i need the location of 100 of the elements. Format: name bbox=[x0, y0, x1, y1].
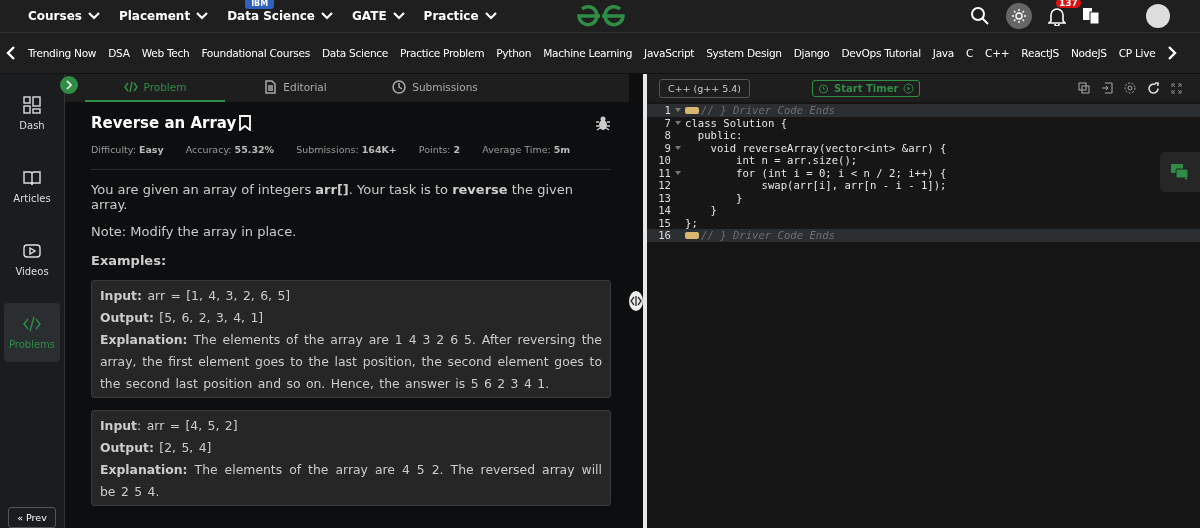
problem-stat: Accuracy: 55.32% bbox=[185, 144, 275, 155]
fold-marker[interactable] bbox=[685, 231, 699, 239]
start-timer-button[interactable]: Start Timer bbox=[812, 79, 921, 97]
language-dropdown[interactable]: C++ (g++ 5.4) bbox=[659, 78, 751, 98]
example-text: Input: arr = [4, 5, 2] bbox=[100, 417, 239, 435]
category-link[interactable]: C bbox=[966, 47, 974, 59]
resize-handle[interactable] bbox=[629, 291, 643, 311]
tab[interactable]: Editorial bbox=[225, 74, 365, 102]
search-icon[interactable] bbox=[970, 6, 990, 26]
chevron-right-icon bbox=[65, 80, 73, 90]
book-icon bbox=[23, 169, 41, 187]
code-line: public: bbox=[696, 129, 743, 142]
code-line: swap(arr[i], arr[n - i - 1]); bbox=[760, 179, 947, 192]
line-number: 16 bbox=[657, 229, 672, 242]
import-icon[interactable] bbox=[1101, 82, 1113, 94]
code-line: } bbox=[709, 204, 717, 217]
chevron-down-icon bbox=[87, 12, 100, 20]
sidebar-item[interactable]: Articles bbox=[4, 157, 60, 216]
dashboard-icon bbox=[23, 96, 41, 114]
category-link[interactable]: Python bbox=[496, 47, 532, 59]
sidebar-item[interactable]: Dash bbox=[4, 84, 60, 143]
problem-stat: Difficulty: Easy bbox=[91, 144, 164, 155]
category-link[interactable]: Foundational Courses bbox=[201, 47, 310, 59]
chevron-right-icon[interactable] bbox=[1167, 46, 1178, 60]
translate-icon[interactable] bbox=[1082, 7, 1100, 25]
code-icon bbox=[23, 315, 41, 333]
theme-toggle[interactable] bbox=[1006, 3, 1032, 29]
line-number: 14 bbox=[657, 204, 672, 217]
code-comment: // } Driver Code Ends bbox=[701, 104, 835, 117]
line-number: 9 bbox=[647, 141, 685, 154]
code-line: class Solution { bbox=[685, 116, 788, 129]
settings-icon[interactable] bbox=[1124, 82, 1136, 94]
category-link[interactable]: Web Tech bbox=[141, 47, 190, 59]
chevron-down-icon bbox=[321, 12, 333, 20]
problem-stat: Submissions: 164K+ bbox=[296, 144, 397, 155]
line-number: 7 bbox=[647, 116, 685, 129]
code-line: }; bbox=[685, 216, 698, 229]
prev-button[interactable]: « Prev bbox=[8, 507, 56, 528]
avatar[interactable] bbox=[1146, 4, 1170, 28]
category-link[interactable]: CP Live bbox=[1118, 47, 1156, 59]
tab[interactable]: Problem bbox=[85, 74, 225, 102]
line-number: 13 bbox=[657, 191, 672, 204]
reset-icon[interactable] bbox=[1147, 81, 1160, 95]
bookmark-icon[interactable] bbox=[239, 115, 252, 131]
chat-bubbles-icon bbox=[1171, 164, 1189, 180]
copy-icon[interactable] bbox=[1078, 82, 1090, 94]
nav-menu[interactable]: Courses bbox=[28, 9, 100, 23]
notification-count: 137 bbox=[1056, 0, 1081, 8]
chevron-down-icon bbox=[392, 12, 405, 20]
video-icon bbox=[23, 242, 41, 260]
problem-note: Note: Modify the array in place. bbox=[91, 224, 298, 239]
tab[interactable]: Submissions bbox=[365, 74, 505, 102]
chevron-left-icon[interactable] bbox=[6, 46, 16, 60]
nav-menu[interactable]: Practice bbox=[423, 9, 497, 23]
example-text: Explanation: The elements of the array are 1 4 3 2 6 5. After reversing the array, the first element goes to the last position, the second element goes to the second last position and so on. Hence, the answer is 5 6 2 3 4 1. bbox=[100, 331, 602, 393]
nav-menu[interactable]: GATE bbox=[352, 9, 405, 23]
category-link[interactable]: Practice Problem bbox=[400, 47, 485, 59]
nav-menu[interactable]: Data Science bbox=[227, 9, 333, 23]
example-text: Explanation: The elements of the array are 4 5 2. The reversed array will be 2 5 4. bbox=[100, 461, 602, 501]
bell-icon[interactable] bbox=[1048, 6, 1066, 26]
example-text: Output: [2, 5, 4] bbox=[100, 439, 213, 457]
problem-stat: Points: 2 bbox=[418, 144, 461, 155]
chat-button[interactable] bbox=[1160, 152, 1200, 192]
document-icon bbox=[263, 80, 278, 94]
category-link[interactable]: ReactJS bbox=[1021, 47, 1059, 59]
problem-title: Reverse an Array bbox=[91, 114, 237, 132]
code-line: int n = arr.size(); bbox=[735, 154, 858, 167]
category-link[interactable]: Machine Learning bbox=[543, 47, 633, 59]
problem-statement: You are given an array of integers arr[]. Your task is to reverse the given array. bbox=[91, 182, 575, 212]
sun-icon bbox=[1011, 8, 1027, 24]
category-link[interactable]: DSA bbox=[108, 47, 130, 59]
category-link[interactable]: Data Science bbox=[321, 47, 389, 59]
category-link[interactable]: NodeJS bbox=[1071, 47, 1107, 59]
problem-stat: Average Time: 5m bbox=[482, 144, 571, 155]
logo-icon[interactable] bbox=[576, 4, 626, 28]
bug-icon[interactable] bbox=[595, 115, 611, 131]
fold-marker[interactable] bbox=[685, 106, 699, 114]
example-text: Output: [5, 6, 2, 3, 4, 1] bbox=[100, 309, 265, 327]
category-link[interactable]: DevOps Tutorial bbox=[841, 47, 921, 59]
code-line: } bbox=[735, 191, 743, 204]
category-link[interactable]: Java bbox=[932, 47, 954, 59]
examples-heading: Examples: bbox=[91, 253, 168, 268]
resize-arrows-icon bbox=[630, 296, 642, 306]
code-icon bbox=[123, 80, 138, 94]
clock-icon bbox=[392, 80, 407, 94]
category-link[interactable]: System Design bbox=[706, 47, 782, 59]
sidebar-item[interactable]: Videos bbox=[4, 230, 60, 289]
category-link[interactable]: C++ bbox=[985, 47, 1010, 59]
line-number: 15 bbox=[657, 216, 672, 229]
alarm-clock-icon bbox=[818, 82, 830, 94]
line-number: 12 bbox=[657, 179, 672, 192]
fullscreen-icon[interactable] bbox=[1171, 82, 1182, 94]
nav-menu[interactable]: Placement bbox=[118, 9, 209, 23]
line-number: 10 bbox=[657, 154, 672, 167]
category-link[interactable]: JavaScript bbox=[644, 47, 695, 59]
category-link[interactable]: Django bbox=[793, 47, 830, 59]
chevron-down-icon bbox=[484, 12, 497, 20]
code-line: void reverseArray(vector<int> &arr) { bbox=[709, 141, 947, 154]
category-link[interactable]: Trending Now bbox=[28, 47, 97, 59]
code-line: for (int i = 0; i < n / 2; i++) { bbox=[735, 166, 947, 179]
